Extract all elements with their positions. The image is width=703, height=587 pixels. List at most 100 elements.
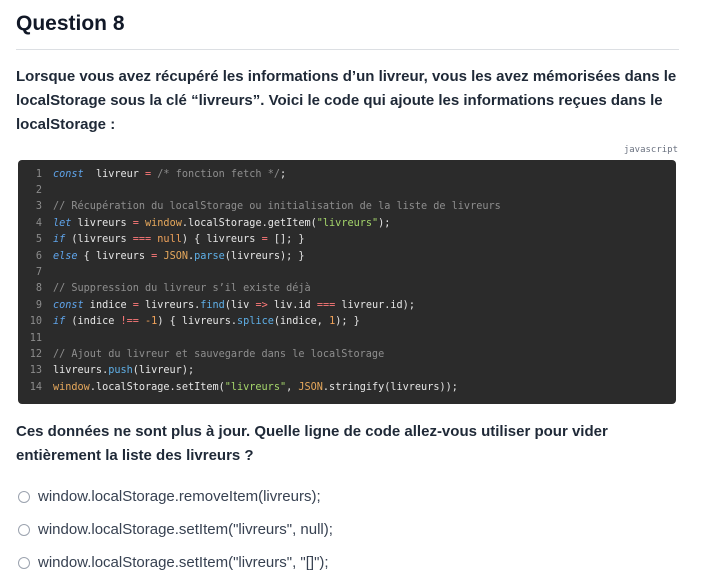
code-token: (livreur); [132, 365, 195, 377]
line-number: 13 [29, 365, 42, 377]
code-text: livreurs.push(livreur); [53, 365, 194, 376]
code-token: parse [194, 250, 225, 262]
code-line: 4 let livreurs = window.localStorage.getI… [18, 215, 676, 231]
answer-option-2[interactable]: window.localStorage.setItem("livreurs", … [18, 521, 333, 538]
prompt-line: Ces données ne sont plus à jour. Quelle … [16, 423, 608, 440]
code-language-label: javascript [623, 145, 678, 155]
code-token: JSON [163, 250, 188, 262]
line-number: 7 [35, 267, 42, 279]
line-number: 10 [29, 316, 42, 328]
code-text: if (livreurs === null) { livreurs = []; … [53, 234, 305, 245]
code-text: let livreurs = window.localStorage.getIt… [53, 218, 390, 229]
code-token: (liv [224, 299, 256, 311]
code-token: JSON [298, 381, 323, 393]
code-line: 10 if (indice !== -1) { livreurs.splice(i… [18, 314, 676, 330]
code-token: const [53, 168, 84, 180]
code-token: ; [279, 168, 287, 180]
question-prompt: Ces données ne sont plus à jour. Quelle … [16, 420, 681, 468]
code-line: 9 const indice = livreurs.find(liv => liv… [18, 297, 676, 313]
code-token: /* fonction fetch */ [151, 168, 280, 180]
line-number: 1 [35, 168, 42, 180]
code-line: 8 // Suppression du livreur s’il existe d… [18, 281, 676, 297]
line-number: 5 [35, 234, 42, 246]
code-line: 11 [18, 330, 676, 346]
code-token: (livreurs [65, 234, 133, 246]
code-line: 2 [18, 182, 676, 198]
code-token: livreur [83, 168, 146, 180]
code-token: find [200, 299, 225, 311]
radio-button[interactable] [18, 523, 30, 536]
code-token: let [53, 217, 72, 229]
question-intro: Lorsque vous avez récupéré les informati… [16, 65, 681, 137]
intro-line: Lorsque vous avez récupéré les informati… [16, 68, 677, 85]
code-token: => [255, 299, 268, 311]
code-text: // Suppression du livreur s’il existe dé… [53, 283, 311, 294]
code-token: ); [378, 217, 391, 229]
line-number: 6 [35, 250, 42, 262]
code-line: 13 livreurs.push(livreur); [18, 363, 676, 379]
code-token: ) { livreurs. [157, 316, 238, 328]
code-token: else [53, 250, 78, 262]
line-number: 12 [29, 348, 42, 360]
code-token: .stringify(livreurs)); [322, 381, 458, 393]
intro-line: localStorage sous la clé “livreurs”. Voi… [16, 92, 663, 109]
code-token: .localStorage.setItem( [89, 381, 225, 393]
code-token: { livreurs [77, 250, 152, 262]
code-token: livreurs. [138, 299, 201, 311]
code-token: window [53, 381, 90, 393]
code-token: indice [83, 299, 133, 311]
code-token: ); } [335, 316, 360, 328]
code-token: "livreurs" [224, 381, 287, 393]
code-token: null [157, 234, 182, 246]
code-line: 14 window.localStorage.setItem("livreurs"… [18, 379, 676, 395]
option-label: window.localStorage.setItem("livreurs", … [38, 521, 333, 538]
code-text: const livreur = /* fonction fetch */; [53, 169, 286, 180]
code-token: (indice, [273, 316, 330, 328]
line-number: 3 [35, 201, 42, 213]
code-text: // Récupération du localStorage ou initi… [53, 201, 501, 212]
option-label: window.localStorage.setItem("livreurs", … [38, 554, 329, 571]
code-text: window.localStorage.setItem("livreurs", … [53, 382, 458, 393]
code-line: 7 [18, 264, 676, 280]
code-token: === [132, 234, 152, 246]
code-line: 6 else { livreurs = JSON.parse(livreurs);… [18, 248, 676, 264]
code-token: livreur.id); [335, 299, 415, 311]
code-line: 12 // Ajout du livreur et sauvegarde dans… [18, 346, 676, 362]
code-token: // Suppression du livreur s’il existe dé… [53, 283, 311, 295]
question-title: Question 8 [16, 12, 125, 35]
code-text: if (indice !== -1) { livreurs.splice(ind… [53, 316, 360, 327]
intro-line: localStorage : [16, 116, 116, 133]
code-token: === [316, 299, 336, 311]
code-token: ) { livreurs [181, 234, 262, 246]
code-token: .localStorage.getItem( [181, 217, 317, 229]
code-line: 3 // Récupération du localStorage ou init… [18, 199, 676, 215]
code-block: 1 const livreur = /* fonction fetch */; 2 3… [18, 160, 676, 404]
code-token: // Récupération du localStorage ou initi… [53, 201, 501, 213]
code-token: if [53, 316, 66, 328]
radio-button[interactable] [18, 556, 30, 569]
code-token: const [53, 299, 84, 311]
code-token: window [145, 217, 182, 229]
answer-option-1[interactable]: window.localStorage.removeItem(livreurs)… [18, 488, 321, 505]
code-token: livreurs [71, 217, 133, 229]
code-token: livreurs. [53, 365, 109, 377]
code-token: []; } [267, 234, 305, 246]
title-divider [16, 49, 679, 50]
code-token: , [286, 381, 299, 393]
line-number: 14 [29, 381, 42, 393]
radio-button[interactable] [18, 490, 30, 503]
answer-option-3[interactable]: window.localStorage.setItem("livreurs", … [18, 554, 329, 571]
line-number: 11 [29, 332, 42, 344]
code-token: (livreurs); } [224, 250, 305, 262]
code-token: liv.id [267, 299, 317, 311]
code-token: !== [120, 316, 139, 328]
code-token: (indice [65, 316, 121, 328]
option-label: window.localStorage.removeItem(livreurs)… [38, 488, 321, 505]
line-number: 9 [35, 299, 42, 311]
code-token: if [53, 234, 66, 246]
line-number: 2 [35, 185, 42, 197]
code-token: splice [237, 316, 274, 328]
line-number: 4 [35, 217, 42, 229]
code-text: else { livreurs = JSON.parse(livreurs); … [53, 251, 305, 262]
code-line: 1 const livreur = /* fonction fetch */; [18, 166, 676, 182]
